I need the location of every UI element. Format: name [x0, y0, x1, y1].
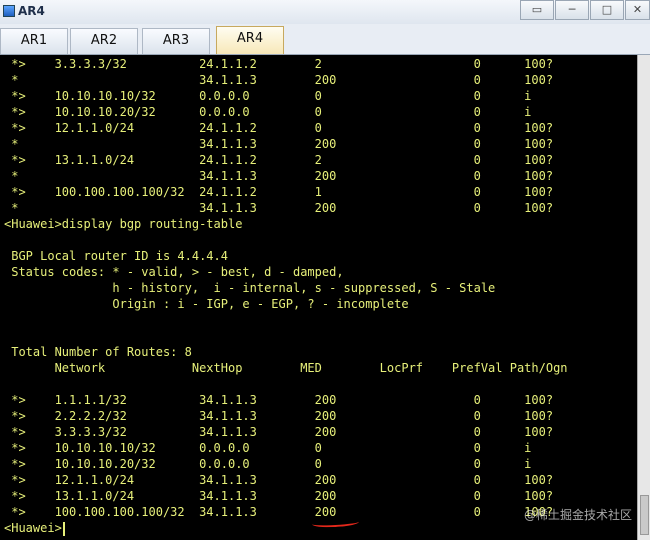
terminal-line: *> 2.2.2.2/32 34.1.1.3 200 0 100? — [4, 409, 554, 423]
terminal-line: * 34.1.1.3 200 0 100? — [4, 137, 554, 151]
terminal-line: *> 3.3.3.3/32 24.1.1.2 2 0 100? — [4, 57, 554, 71]
terminal-table-header: Network NextHop MED LocPrf PrefVal Path/… — [4, 361, 568, 375]
vertical-scrollbar[interactable] — [637, 55, 650, 540]
restore-window-icon[interactable]: ▭ — [520, 0, 554, 20]
maximize-window-button[interactable]: □ — [590, 0, 624, 20]
scrollbar-thumb[interactable] — [640, 495, 649, 535]
tab-ar1[interactable]: AR1 — [0, 28, 68, 54]
terminal-line: Origin : i - IGP, e - EGP, ? - incomplet… — [4, 297, 409, 311]
prompt-text: <Huawei> — [4, 521, 62, 535]
terminal-line: *> 1.1.1.1/32 34.1.1.3 200 0 100? — [4, 393, 554, 407]
tab-ar3[interactable]: AR3 — [142, 28, 210, 54]
terminal-line: * 34.1.1.3 200 0 100? — [4, 201, 554, 215]
minimize-window-button[interactable]: ─ — [555, 0, 589, 20]
close-window-button[interactable]: ✕ — [625, 0, 650, 20]
terminal-line: *> 12.1.1.0/24 24.1.1.2 0 0 100? — [4, 121, 554, 135]
terminal-line: *> 100.100.100.100/32 24.1.1.2 1 0 100? — [4, 185, 554, 199]
terminal-command-line: <Huawei>display bgp routing-table — [4, 217, 243, 231]
terminal-line: *> 3.3.3.3/32 34.1.1.3 200 0 100? — [4, 425, 554, 439]
terminal-output[interactable]: *> 3.3.3.3/32 24.1.1.2 2 0 100? * 34.1.1… — [0, 55, 638, 540]
text-cursor — [62, 521, 65, 536]
terminal-line: BGP Local router ID is 4.4.4.4 — [4, 249, 228, 263]
terminal-line: *> 10.10.10.20/32 0.0.0.0 0 0 i — [4, 457, 532, 471]
terminal-line: *> 12.1.1.0/24 34.1.1.3 200 0 100? — [4, 473, 554, 487]
terminal-line: *> 10.10.10.20/32 0.0.0.0 0 0 i — [4, 105, 532, 119]
window-title-bar: AR4 ▭ ─ □ ✕ — [0, 0, 650, 25]
tab-ar2[interactable]: AR2 — [70, 28, 138, 54]
app-icon — [3, 5, 15, 17]
terminal-line: h - history, i - internal, s - suppresse… — [4, 281, 496, 295]
terminal-line: Total Number of Routes: 8 — [4, 345, 192, 359]
terminal-line: *> 10.10.10.10/32 0.0.0.0 0 0 i — [4, 89, 532, 103]
terminal-line: * 34.1.1.3 200 0 100? — [4, 73, 554, 87]
terminal-line: *> 13.1.1.0/24 34.1.1.3 200 0 100? — [4, 489, 554, 503]
device-tabbar: AR1 AR2 AR3 AR4 — [0, 24, 650, 55]
tab-ar4[interactable]: AR4 — [216, 26, 284, 54]
terminal-line: *> 10.10.10.10/32 0.0.0.0 0 0 i — [4, 441, 532, 455]
terminal-line: * 34.1.1.3 200 0 100? — [4, 169, 554, 183]
terminal-line: *> 13.1.1.0/24 24.1.1.2 2 0 100? — [4, 153, 554, 167]
terminal-line: Status codes: * - valid, > - best, d - d… — [4, 265, 344, 279]
window-title: AR4 — [18, 4, 45, 18]
watermark: @稀土掘金技术社区 — [523, 508, 632, 522]
